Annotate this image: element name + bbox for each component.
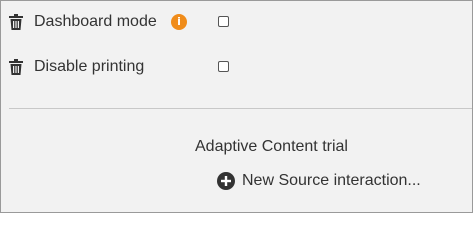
adaptive-content-section-label: Adaptive Content trial — [195, 138, 348, 155]
disable-printing-checkbox[interactable] — [218, 61, 229, 72]
plus-circle-icon — [217, 172, 235, 190]
setting-row-disable-printing: Disable printing — [1, 56, 472, 78]
trash-icon[interactable] — [9, 59, 23, 75]
new-source-interaction-label: New Source interaction... — [242, 172, 421, 189]
dashboard-mode-checkbox[interactable] — [218, 16, 229, 27]
setting-row-dashboard-mode: Dashboard mode i — [1, 11, 472, 33]
dashboard-mode-label: Dashboard mode — [34, 13, 157, 30]
settings-panel: Dashboard mode i Disable printing Adapti… — [0, 0, 473, 213]
disable-printing-label: Disable printing — [34, 58, 145, 75]
divider — [9, 108, 472, 109]
info-icon[interactable]: i — [171, 14, 187, 30]
trash-icon[interactable] — [9, 14, 23, 30]
